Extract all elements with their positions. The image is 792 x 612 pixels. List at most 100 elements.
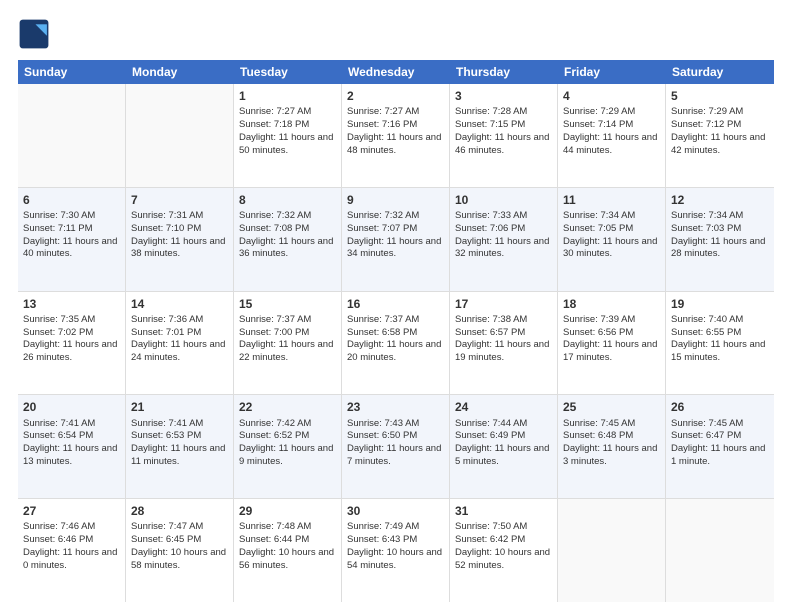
sunset-text: Sunset: 6:46 PM [23, 534, 93, 545]
sunrise-text: Sunrise: 7:35 AM [23, 314, 95, 325]
calendar-cell: 14Sunrise: 7:36 AMSunset: 7:01 PMDayligh… [126, 292, 234, 395]
day-number: 5 [671, 88, 769, 104]
calendar-cell: 31Sunrise: 7:50 AMSunset: 6:42 PMDayligh… [450, 499, 558, 602]
daylight-text: Daylight: 11 hours and 9 minutes. [239, 443, 333, 467]
day-number: 29 [239, 503, 336, 519]
calendar-cell: 17Sunrise: 7:38 AMSunset: 6:57 PMDayligh… [450, 292, 558, 395]
daylight-text: Daylight: 11 hours and 36 minutes. [239, 236, 333, 260]
sunset-text: Sunset: 7:07 PM [347, 223, 417, 234]
sunrise-text: Sunrise: 7:43 AM [347, 418, 419, 429]
logo-icon [18, 18, 50, 50]
calendar-cell: 30Sunrise: 7:49 AMSunset: 6:43 PMDayligh… [342, 499, 450, 602]
calendar-cell: 3 Sunrise: 7:28 AM Sunset: 7:15 PM Daylight… [450, 84, 558, 187]
daylight-text: Daylight: 11 hours and 44 minutes. [563, 132, 657, 156]
daylight-text: Daylight: 11 hours and 40 minutes. [23, 236, 117, 260]
sunrise-text: Sunrise: 7:46 AM [23, 521, 95, 532]
calendar-header: SundayMondayTuesdayWednesdayThursdayFrid… [18, 60, 774, 84]
calendar: SundayMondayTuesdayWednesdayThursdayFrid… [18, 60, 774, 602]
day-number: 22 [239, 399, 336, 415]
day-number: 23 [347, 399, 444, 415]
day-number: 9 [347, 192, 444, 208]
weekday-header: Saturday [666, 60, 774, 84]
sunset-text: Sunset: 7:12 PM [671, 119, 741, 130]
sunset-text: Sunset: 7:18 PM [239, 119, 309, 130]
daylight-text: Daylight: 11 hours and 15 minutes. [671, 339, 765, 363]
sunset-text: Sunset: 7:01 PM [131, 327, 201, 338]
sunrise-text: Sunrise: 7:37 AM [239, 314, 311, 325]
sunrise-text: Sunrise: 7:29 AM [563, 106, 635, 117]
daylight-text: Daylight: 11 hours and 0 minutes. [23, 547, 117, 571]
sunrise-text: Sunrise: 7:33 AM [455, 210, 527, 221]
sunrise-text: Sunrise: 7:45 AM [563, 418, 635, 429]
calendar-page: SundayMondayTuesdayWednesdayThursdayFrid… [0, 0, 792, 612]
day-number: 24 [455, 399, 552, 415]
sunrise-text: Sunrise: 7:45 AM [671, 418, 743, 429]
calendar-cell: 16Sunrise: 7:37 AMSunset: 6:58 PMDayligh… [342, 292, 450, 395]
day-number: 2 [347, 88, 444, 104]
sunset-text: Sunset: 6:58 PM [347, 327, 417, 338]
sunrise-text: Sunrise: 7:32 AM [239, 210, 311, 221]
weekday-header: Sunday [18, 60, 126, 84]
sunset-text: Sunset: 7:15 PM [455, 119, 525, 130]
calendar-cell: 21Sunrise: 7:41 AMSunset: 6:53 PMDayligh… [126, 395, 234, 498]
calendar-cell: 25Sunrise: 7:45 AMSunset: 6:48 PMDayligh… [558, 395, 666, 498]
sunrise-text: Sunrise: 7:30 AM [23, 210, 95, 221]
sunset-text: Sunset: 6:56 PM [563, 327, 633, 338]
sunrise-text: Sunrise: 7:39 AM [563, 314, 635, 325]
calendar-cell: 15Sunrise: 7:37 AMSunset: 7:00 PMDayligh… [234, 292, 342, 395]
daylight-text: Daylight: 11 hours and 26 minutes. [23, 339, 117, 363]
daylight-text: Daylight: 11 hours and 3 minutes. [563, 443, 657, 467]
sunset-text: Sunset: 7:06 PM [455, 223, 525, 234]
daylight-text: Daylight: 11 hours and 11 minutes. [131, 443, 225, 467]
sunrise-text: Sunrise: 7:37 AM [347, 314, 419, 325]
sunrise-text: Sunrise: 7:42 AM [239, 418, 311, 429]
calendar-cell: 26Sunrise: 7:45 AMSunset: 6:47 PMDayligh… [666, 395, 774, 498]
daylight-text: Daylight: 10 hours and 56 minutes. [239, 547, 334, 571]
daylight-text: Daylight: 11 hours and 32 minutes. [455, 236, 549, 260]
calendar-cell: 29Sunrise: 7:48 AMSunset: 6:44 PMDayligh… [234, 499, 342, 602]
day-number: 10 [455, 192, 552, 208]
sunrise-text: Sunrise: 7:40 AM [671, 314, 743, 325]
calendar-cell: 27Sunrise: 7:46 AMSunset: 6:46 PMDayligh… [18, 499, 126, 602]
sunset-text: Sunset: 7:05 PM [563, 223, 633, 234]
sunrise-text: Sunrise: 7:29 AM [671, 106, 743, 117]
sunset-text: Sunset: 7:10 PM [131, 223, 201, 234]
day-number: 25 [563, 399, 660, 415]
sunrise-text: Sunrise: 7:28 AM [455, 106, 527, 117]
sunrise-text: Sunrise: 7:31 AM [131, 210, 203, 221]
daylight-text: Daylight: 11 hours and 24 minutes. [131, 339, 225, 363]
calendar-row: 1 Sunrise: 7:27 AM Sunset: 7:18 PM Daylight… [18, 84, 774, 188]
weekday-header: Monday [126, 60, 234, 84]
sunset-text: Sunset: 6:49 PM [455, 430, 525, 441]
sunrise-text: Sunrise: 7:38 AM [455, 314, 527, 325]
day-number: 21 [131, 399, 228, 415]
header [18, 18, 774, 50]
day-number: 3 [455, 88, 552, 104]
sunset-text: Sunset: 7:02 PM [23, 327, 93, 338]
sunrise-text: Sunrise: 7:27 AM [239, 106, 311, 117]
calendar-cell: 28Sunrise: 7:47 AMSunset: 6:45 PMDayligh… [126, 499, 234, 602]
sunrise-text: Sunrise: 7:36 AM [131, 314, 203, 325]
day-number: 1 [239, 88, 336, 104]
daylight-text: Daylight: 11 hours and 1 minute. [671, 443, 765, 467]
day-number: 13 [23, 296, 120, 312]
sunset-text: Sunset: 7:11 PM [23, 223, 93, 234]
sunrise-text: Sunrise: 7:27 AM [347, 106, 419, 117]
sunrise-text: Sunrise: 7:47 AM [131, 521, 203, 532]
calendar-cell: 2Sunrise: 7:27 AMSunset: 7:16 PMDaylight… [342, 84, 450, 187]
calendar-cell: 24Sunrise: 7:44 AMSunset: 6:49 PMDayligh… [450, 395, 558, 498]
daylight-text: Daylight: 11 hours and 13 minutes. [23, 443, 117, 467]
daylight-text: Daylight: 11 hours and 46 minutes. [455, 132, 549, 156]
calendar-cell: 4Sunrise: 7:29 AMSunset: 7:14 PMDaylight… [558, 84, 666, 187]
sunset-text: Sunset: 7:14 PM [563, 119, 633, 130]
calendar-cell: 20Sunrise: 7:41 AMSunset: 6:54 PMDayligh… [18, 395, 126, 498]
day-number: 16 [347, 296, 444, 312]
daylight-text: Daylight: 11 hours and 28 minutes. [671, 236, 765, 260]
daylight-text: Daylight: 11 hours and 50 minutes. [239, 132, 333, 156]
sunset-text: Sunset: 6:45 PM [131, 534, 201, 545]
sunrise-text: Sunrise: 7:32 AM [347, 210, 419, 221]
calendar-row: 6Sunrise: 7:30 AMSunset: 7:11 PMDaylight… [18, 188, 774, 292]
day-number: 19 [671, 296, 769, 312]
calendar-cell: 11Sunrise: 7:34 AMSunset: 7:05 PMDayligh… [558, 188, 666, 291]
daylight-text: Daylight: 11 hours and 34 minutes. [347, 236, 441, 260]
